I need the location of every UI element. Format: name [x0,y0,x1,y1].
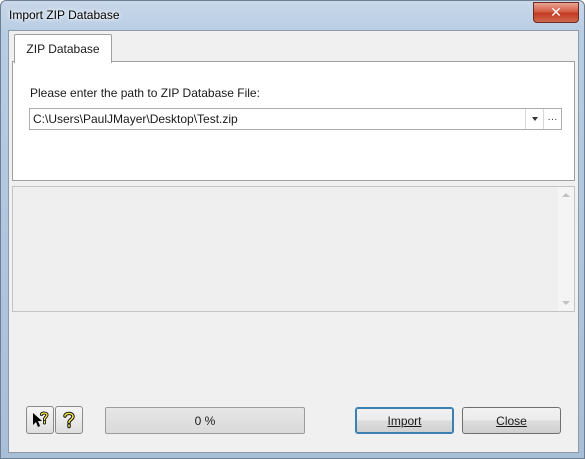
import-button[interactable]: Import [355,407,454,434]
path-dropdown-button[interactable] [525,109,543,129]
import-button-label: Import [387,413,422,428]
tab-zip-database[interactable]: ZIP Database [14,34,112,63]
window-close-button[interactable]: ✕ [533,2,579,23]
help-icon [63,411,75,429]
window-title: Import ZIP Database [9,8,120,22]
close-button[interactable]: Close [462,407,561,434]
import-progress-bar: 0 % [105,407,305,434]
tab-panel: Please enter the path to ZIP Database Fi… [12,61,575,181]
zip-path-input[interactable]: C:\Users\PaulJMayer\Desktop\Test.zip [33,112,238,126]
path-prompt-label: Please enter the path to ZIP Database Fi… [30,86,260,100]
help-button[interactable] [55,406,83,434]
ellipsis-icon: ··· [547,113,558,125]
vertical-scrollbar[interactable] [558,187,574,311]
scroll-up-icon[interactable] [562,193,570,197]
whats-this-help-icon [33,411,49,427]
chevron-down-icon [531,117,538,121]
context-help-button[interactable] [26,406,54,434]
title-bar[interactable]: Import ZIP Database ✕ [1,1,584,29]
progress-text: 0 % [194,414,216,428]
close-icon: ✕ [550,4,562,21]
import-zip-database-window: Import ZIP Database ✕ ZIP Database Pleas… [0,0,585,459]
close-button-label: Close [496,413,527,428]
tab-label: ZIP Database [26,42,100,56]
zip-path-combobox[interactable]: C:\Users\PaulJMayer\Desktop\Test.zip ··· [29,108,562,130]
scroll-down-icon[interactable] [562,301,570,305]
log-output-area[interactable] [12,186,575,312]
dialog-body: ZIP Database Please enter the path to ZI… [8,30,579,453]
browse-button[interactable]: ··· [543,109,561,129]
